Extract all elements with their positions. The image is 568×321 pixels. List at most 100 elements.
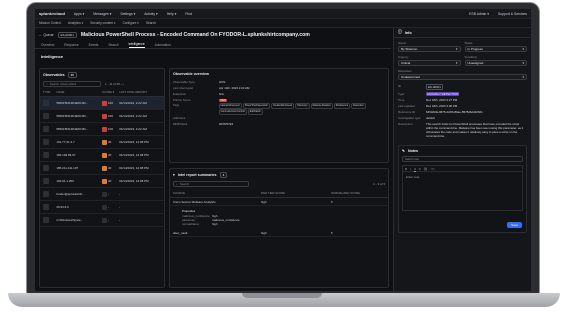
type-cell — [43, 138, 56, 146]
table-row[interactable]: funder@splunkshirt... - - — [40, 188, 164, 201]
code-icon[interactable]: </> — [431, 167, 435, 171]
table-row[interactable]: 5860F5DF4D3E5C3D... 100 04/14/2023, 2:22 A… — [40, 110, 164, 123]
tab-automation[interactable]: Automation — [155, 43, 171, 47]
tag-chip[interactable]: Command And Control — [218, 109, 247, 116]
type-cell — [43, 99, 56, 107]
status-select[interactable]: In Progress ▾ — [464, 46, 527, 52]
note-textarea[interactable]: Enter note — [402, 171, 523, 211]
table-row[interactable]: 5860F5DF4D3E5C3D... 100 04/14/2023, 2:22 A… — [40, 97, 164, 110]
tab-response[interactable]: Response — [64, 43, 78, 47]
menu-activity[interactable]: Activity ▾ — [144, 12, 157, 16]
tag-chip[interactable]: Discovery — [295, 103, 310, 110]
observable-name[interactable]: 5860F5DF4D3E5C3D... — [56, 114, 102, 118]
observable-name[interactable]: 26.93.6.0 — [56, 205, 102, 209]
table-row[interactable]: 185.211.111.107 40 04/14/2023, 12:08 PM — [40, 162, 164, 175]
last-intel-date: - — [119, 192, 121, 196]
observable-name[interactable]: C:\Windows\Syste... — [56, 218, 102, 222]
link-icon[interactable]: ⛓ — [424, 167, 428, 171]
tag-chip[interactable]: Defense Evasion — [310, 103, 333, 110]
score-value: 100 — [108, 100, 114, 105]
col-score[interactable]: SCORE ▾ — [102, 90, 119, 94]
tab-events[interactable]: Events — [89, 43, 99, 47]
intel-search[interactable]: ⌕ Search — [173, 181, 249, 187]
score-badge — [102, 139, 107, 145]
menu-apps[interactable]: Apps ▾ — [74, 12, 84, 16]
table-row[interactable]: 101.77.21.4.7 40 04/14/2023, 12:08 PM — [40, 136, 164, 149]
col-paid-tier[interactable]: PAID TIER SCORE — [261, 191, 331, 195]
sensitivity-select[interactable]: Unassigned ▾ — [464, 60, 527, 66]
observable-name[interactable]: 182.192.89.97 — [56, 153, 102, 157]
table-row[interactable]: 26.93.6.0 - - — [40, 201, 164, 214]
laptop-lid: splunk>cloud Apps ▾ Messages ▾ Settings … — [26, 2, 540, 294]
score-value: 40 — [108, 152, 112, 157]
tag-chip[interactable]: Credential Access — [270, 103, 295, 110]
save-button[interactable]: Save — [507, 222, 522, 228]
field-value: Apr 14th, 2023 2:22 AM — [219, 86, 250, 90]
owner-select[interactable]: By Shannon ▾ — [398, 46, 461, 52]
notes-select[interactable]: Select note — [402, 156, 523, 162]
table-row[interactable]: Cisco Secure Malware Analytics high 5 — [170, 198, 388, 206]
observables-panel: Observables 35 ⌕ Search observables 1 - … — [39, 68, 165, 288]
score-cell: - — [102, 191, 119, 197]
col-last-intel[interactable]: LAST INTEL REPORT — [119, 90, 161, 94]
observables-table-body: 5860F5DF4D3E5C3D... 100 04/14/2023, 2:22 A… — [40, 97, 164, 227]
table-row[interactable]: 193.91.1.250 40 04/14/2023, 12:08 PM — [40, 175, 164, 188]
tab-search[interactable]: Search — [108, 43, 118, 47]
col-source[interactable]: SOURCE — [173, 191, 261, 195]
nav-analytics[interactable]: Analytics ▾ — [68, 21, 83, 25]
find-input[interactable]: Find — [185, 12, 192, 16]
owner-value: By Shannon — [401, 47, 418, 51]
nav-security-content[interactable]: Security content ▾ — [90, 21, 115, 25]
score-cell: 100 — [102, 100, 119, 106]
tag-chip[interactable]: Persistence — [333, 103, 351, 110]
type-cell — [43, 203, 56, 211]
observable-name[interactable]: 5860F5DF4D3E5C3D... — [56, 127, 102, 131]
observables-search[interactable]: ⌕ Search observables — [43, 81, 101, 87]
observable-name[interactable]: funder@splunkshirt... — [56, 192, 102, 196]
disposition-select[interactable]: Undetermined ▾ — [398, 74, 527, 80]
intel-paid: high — [261, 230, 267, 235]
md5-label: MD5/SHA1 — [173, 122, 188, 127]
splunk-logo: splunk>cloud — [39, 11, 65, 16]
italic-icon[interactable]: I — [410, 167, 411, 171]
detail-value: 6453AFE-9875-4c6f4-80ae-8578d6dd32b01 — [426, 110, 483, 114]
urgency-select[interactable]: Critical ▾ — [398, 60, 461, 66]
observable-name[interactable]: 5860F5DF4D3E5C3D... — [56, 101, 102, 105]
bold-icon[interactable]: B — [405, 167, 407, 171]
col-name[interactable]: NAME — [56, 90, 102, 94]
table-row[interactable]: alien_vault high 5 — [170, 229, 388, 237]
list-icon[interactable]: ≡ — [419, 167, 421, 171]
score-value: 40 — [108, 139, 112, 144]
col-type[interactable]: TYPE — [43, 90, 56, 94]
observable-name[interactable]: 185.211.111.107 — [56, 166, 102, 170]
user-menu[interactable]: ESB Admin ▾ — [469, 12, 489, 16]
table-row[interactable]: 182.192.89.97 40 04/14/2023, 12:08 PM — [40, 149, 164, 162]
tab-intelligence[interactable]: Intelligence — [128, 42, 145, 48]
table-row[interactable]: C:\Windows\Syste... - - — [40, 214, 164, 227]
tag-chip[interactable]: Execution — [351, 103, 366, 110]
col-normalized[interactable]: NORMALIZED SCORE — [331, 191, 381, 195]
nav-configure[interactable]: Configure ▾ — [123, 21, 139, 25]
support-link[interactable]: Support & Services — [498, 12, 527, 16]
observable-type-icon — [43, 190, 49, 197]
observable-name[interactable]: 193.91.1.250 — [56, 179, 102, 183]
chevron-down-icon[interactable]: ▾ — [173, 173, 175, 177]
menu-messages[interactable]: Messages ▾ — [93, 12, 111, 16]
menu-settings[interactable]: Settings ▾ — [120, 12, 135, 16]
underline-icon[interactable]: U — [414, 167, 416, 171]
tag-chip[interactable]: Exfiltration — [247, 109, 263, 116]
detail-value: default — [426, 116, 435, 120]
back-to-queue-link[interactable]: ← Queue — [39, 33, 54, 37]
status-value: In Progress — [467, 47, 483, 51]
detail-row: Description This search looks for PowerSh… — [394, 121, 531, 139]
nav-mission-control[interactable]: Mission Control — [39, 21, 61, 25]
tab-overview[interactable]: Overview — [41, 43, 54, 47]
status-label: Status — [464, 41, 473, 45]
observable-name[interactable]: 101.77.21.4.7 — [56, 140, 102, 144]
menu-help[interactable]: Help ▾ — [167, 12, 177, 16]
table-row[interactable]: 5860F5DF4D3E5C3D... 100 04/14/2023, 2:22 A… — [40, 123, 164, 136]
nav-search[interactable]: Search — [146, 21, 156, 25]
intel-pager[interactable]: 1 - 3 of 3 — [373, 182, 385, 186]
section-title: Intelligence — [41, 54, 64, 59]
observables-pager[interactable]: 1 - 11 of 35 ‹ › — [105, 82, 124, 86]
